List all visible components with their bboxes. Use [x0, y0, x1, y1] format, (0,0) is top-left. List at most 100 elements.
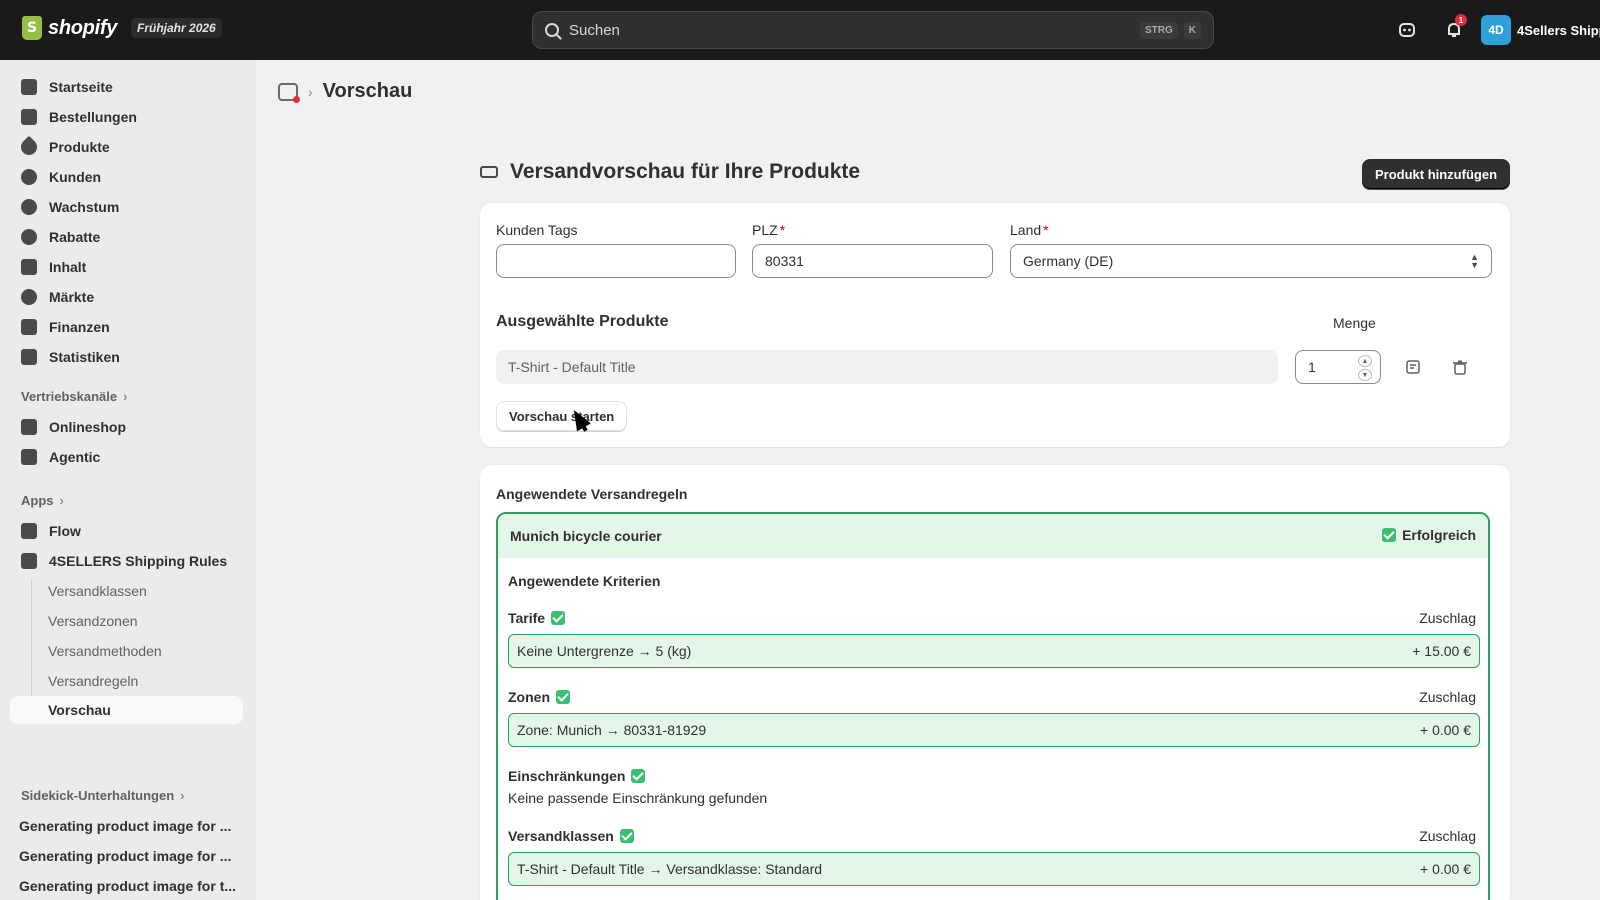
subnav-preview[interactable]: Vorschau — [10, 696, 243, 724]
nav-online-store[interactable]: Onlineshop — [10, 413, 243, 441]
preview-form-card: Kunden Tags PLZ * 80331 Land * Germany (DE… — [480, 203, 1510, 447]
bell-icon[interactable]: 1 — [1442, 14, 1467, 42]
top-bar: shopify Frühjahr 2026 Suchen STRG K 1 4D… — [0, 0, 1600, 60]
shopify-logo[interactable]: shopify Frühjahr 2026 — [22, 16, 222, 40]
subnav-shipping-zones[interactable]: Versandzonen — [10, 607, 243, 635]
nav-label: Wachstum — [49, 199, 120, 215]
sales-channels-header[interactable]: Vertriebskanäle › — [21, 389, 127, 404]
subnav-label: Vorschau — [48, 702, 111, 718]
selected-products-heading: Ausgewählte Produkte — [496, 313, 669, 330]
surcharge-label: Zuschlag — [1419, 689, 1476, 705]
bank-icon — [21, 319, 37, 335]
breadcrumb-separator: › — [308, 83, 313, 100]
section-label: Apps — [21, 493, 54, 508]
quantity-label: Menge — [1333, 315, 1376, 331]
required-mark: * — [1043, 222, 1049, 238]
subnav-label: Versandregeln — [48, 673, 139, 689]
search-bar[interactable]: Suchen STRG K — [532, 11, 1214, 49]
nav-label: Bestellungen — [49, 109, 137, 125]
nav-flow[interactable]: Flow — [10, 517, 243, 545]
nav-agentic[interactable]: Agentic — [10, 443, 243, 471]
nav-discounts[interactable]: Rabatte — [10, 223, 243, 251]
nav-label: Märkte — [49, 289, 95, 305]
label-text: PLZ — [752, 222, 778, 238]
stepper-arrows[interactable]: ▲ ▼ — [1358, 355, 1372, 381]
add-product-button[interactable]: Produkt hinzufügen — [1362, 159, 1510, 189]
nav-customers[interactable]: Kunden — [10, 163, 243, 191]
app-icon[interactable] — [278, 82, 300, 103]
nav-content[interactable]: Inhalt — [10, 253, 243, 281]
nav-finance[interactable]: Finanzen — [10, 313, 243, 341]
criterion-text: Zonen — [508, 689, 550, 705]
nav-label: Flow — [49, 523, 81, 539]
edition-badge[interactable]: Frühjahr 2026 — [131, 18, 222, 38]
delete-button[interactable] — [1449, 356, 1471, 378]
nav-orders[interactable]: Bestellungen — [10, 103, 243, 131]
store-name: 4Sellers Shipp — [1517, 22, 1600, 38]
row-amount: + 0.00 € — [1420, 722, 1471, 738]
section-label: Vertriebskanäle — [21, 389, 118, 404]
check-icon — [619, 829, 634, 843]
nav-home[interactable]: Startseite — [10, 73, 243, 101]
notification-count: 1 — [1455, 14, 1467, 26]
country-select[interactable]: Germany (DE) ▲ ▼ — [1010, 244, 1492, 278]
note-icon — [1406, 360, 1420, 374]
chevron-down-icon[interactable]: ▼ — [1358, 369, 1372, 381]
subnav-label: Versandzonen — [48, 613, 138, 629]
customer-tags-input[interactable] — [496, 244, 736, 278]
sidekick-header[interactable]: Sidekick-Unterhaltungen › — [21, 788, 184, 803]
store-menu[interactable]: 4D 4Sellers Shipp — [1481, 15, 1600, 45]
subnav-shipping-methods[interactable]: Versandmethoden — [10, 637, 243, 665]
nav-label: Inhalt — [49, 259, 87, 275]
customer-tags-label: Kunden Tags — [496, 222, 577, 238]
nav-growth[interactable]: Wachstum — [10, 193, 243, 221]
nav-markets[interactable]: Märkte — [10, 283, 243, 311]
shortcut-k: K — [1183, 21, 1201, 39]
sidebar: Startseite Bestellungen Produkte Kunden … — [0, 60, 256, 900]
quantity-stepper[interactable]: 1 ▲ ▼ — [1295, 350, 1381, 384]
check-icon — [551, 611, 566, 625]
flow-icon — [21, 523, 37, 539]
nav-shipping-rules-app[interactable]: 4SELLERS Shipping Rules — [10, 547, 243, 575]
classes-label: Versandklassen — [508, 828, 634, 844]
section-title: Versandvorschau für Ihre Produkte — [510, 160, 861, 183]
criterion-text: Tarife — [508, 610, 546, 626]
tariffs-label: Tarife — [508, 610, 566, 626]
tariff-row: Keine Untergrenze → 5 (kg) + 15.00 € — [508, 634, 1480, 668]
sidekick-icon[interactable] — [1395, 18, 1419, 42]
subnav-shipping-classes[interactable]: Versandklassen — [10, 577, 243, 605]
edit-button[interactable] — [1402, 356, 1424, 378]
zip-input[interactable]: 80331 — [752, 244, 993, 278]
nav-products[interactable]: Produkte — [10, 133, 243, 161]
conversation-item[interactable]: Generating product image for ... — [19, 818, 231, 834]
zip-label: PLZ * — [752, 222, 785, 238]
criteria-heading: Angewendete Kriterien — [508, 573, 661, 589]
nav-analytics[interactable]: Statistiken — [10, 343, 243, 371]
nav-label: Kunden — [49, 169, 102, 185]
conversation-item[interactable]: Generating product image for t... — [19, 878, 236, 894]
truck-icon — [480, 166, 498, 178]
status-badge: Erfolgreich — [1382, 527, 1476, 543]
nav-label: 4SELLERS Shipping Rules — [49, 553, 228, 569]
conversation-item[interactable]: Generating product image for ... — [19, 848, 231, 864]
section-header: Versandvorschau für Ihre Produkte — [480, 160, 860, 184]
surcharge-label: Zuschlag — [1419, 828, 1476, 844]
content-icon — [21, 259, 37, 275]
home-icon — [21, 79, 37, 95]
subnav-shipping-rules[interactable]: Versandregeln — [10, 667, 243, 695]
shopify-bag-icon — [22, 16, 42, 40]
apps-header[interactable]: Apps › — [21, 493, 64, 508]
globe-icon — [21, 289, 37, 305]
trash-icon — [1453, 360, 1467, 375]
nav-label: Startseite — [49, 79, 113, 95]
agentic-icon — [21, 449, 37, 465]
start-preview-button[interactable]: Vorschau starten — [496, 401, 628, 431]
chevron-up-icon[interactable]: ▲ — [1358, 355, 1372, 367]
store-icon — [21, 419, 37, 435]
subnav-label: Versandmethoden — [48, 643, 162, 659]
shortcut-ctrl: STRG — [1139, 21, 1178, 39]
nav-label: Rabatte — [49, 229, 101, 245]
breadcrumb: › Vorschau — [278, 80, 412, 103]
chevron-right-icon: › — [180, 788, 185, 803]
store-avatar: 4D — [1481, 15, 1511, 45]
